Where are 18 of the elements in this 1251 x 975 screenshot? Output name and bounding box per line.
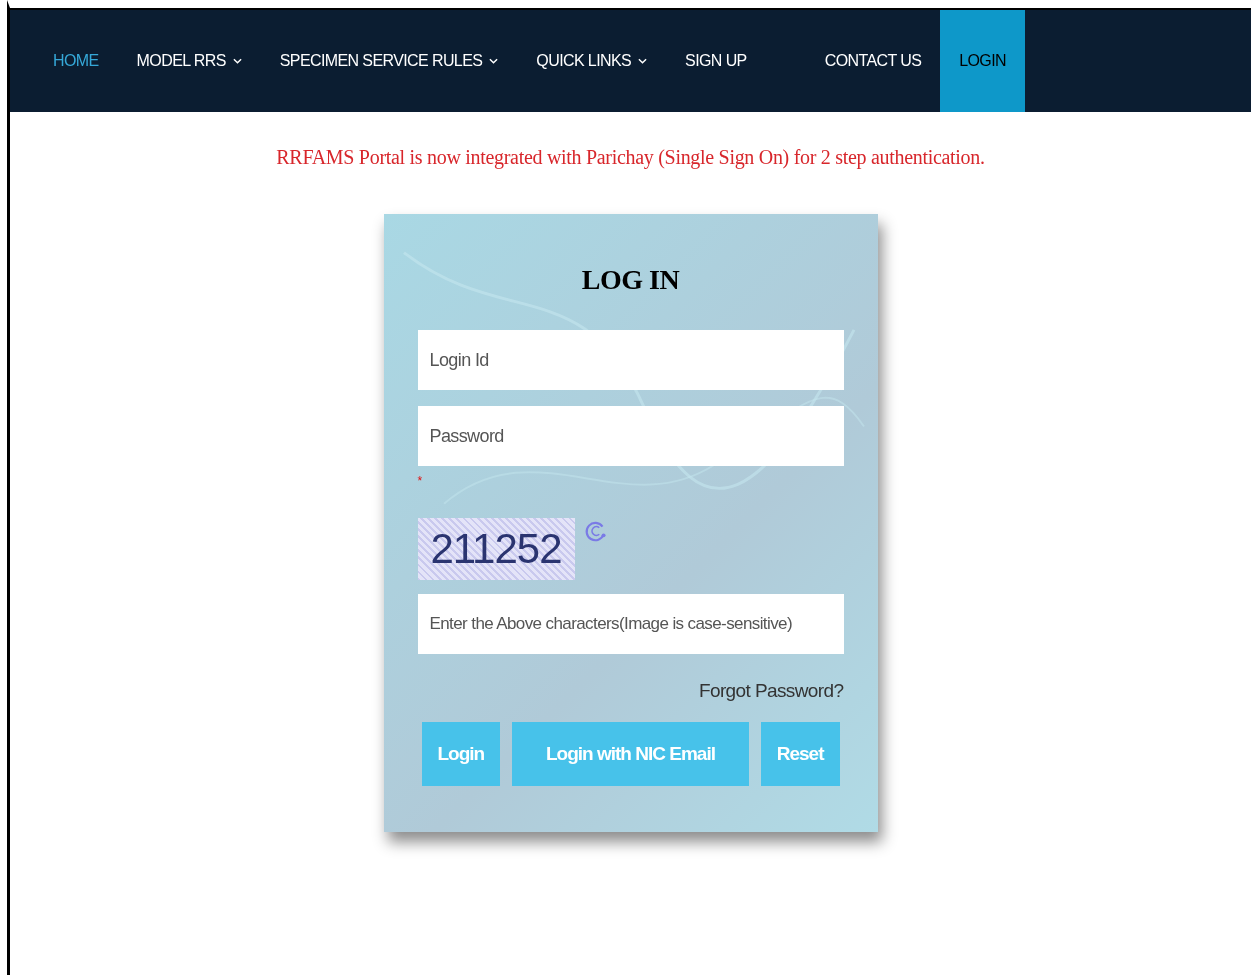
nav-link[interactable]: SPECIMEN SERVICE RULES — [260, 10, 518, 112]
caret-icon — [232, 58, 242, 64]
nav-link[interactable]: QUICK LINKS — [517, 10, 667, 112]
login-id-field[interactable]: Login Id — [417, 330, 844, 390]
caret-icon — [638, 58, 648, 64]
login-title: LOG IN — [580, 264, 681, 296]
caret-icon — [489, 58, 499, 64]
nav-link[interactable]: CONTACT US — [805, 10, 941, 112]
nav-link[interactable]: SIGN UP — [666, 10, 766, 112]
captcha-image: 211252 — [417, 518, 575, 580]
nav-link[interactable]: LOGIN — [940, 10, 1025, 112]
nav-link[interactable]: HOME — [34, 10, 118, 112]
notice-text: RRFAMS Portal is now integrated with Parichay (Single Sign On) for 2 step authentication. — [275, 146, 986, 169]
password-field[interactable]: Password — [417, 406, 844, 466]
forgot-password-link[interactable]: Forgot Password? — [698, 680, 844, 702]
required-mark: * — [417, 474, 423, 488]
nav-link[interactable]: MODEL RRS — [117, 10, 261, 112]
captcha-field[interactable]: Enter the Above characters(Image is case-sensitive) — [417, 594, 844, 654]
